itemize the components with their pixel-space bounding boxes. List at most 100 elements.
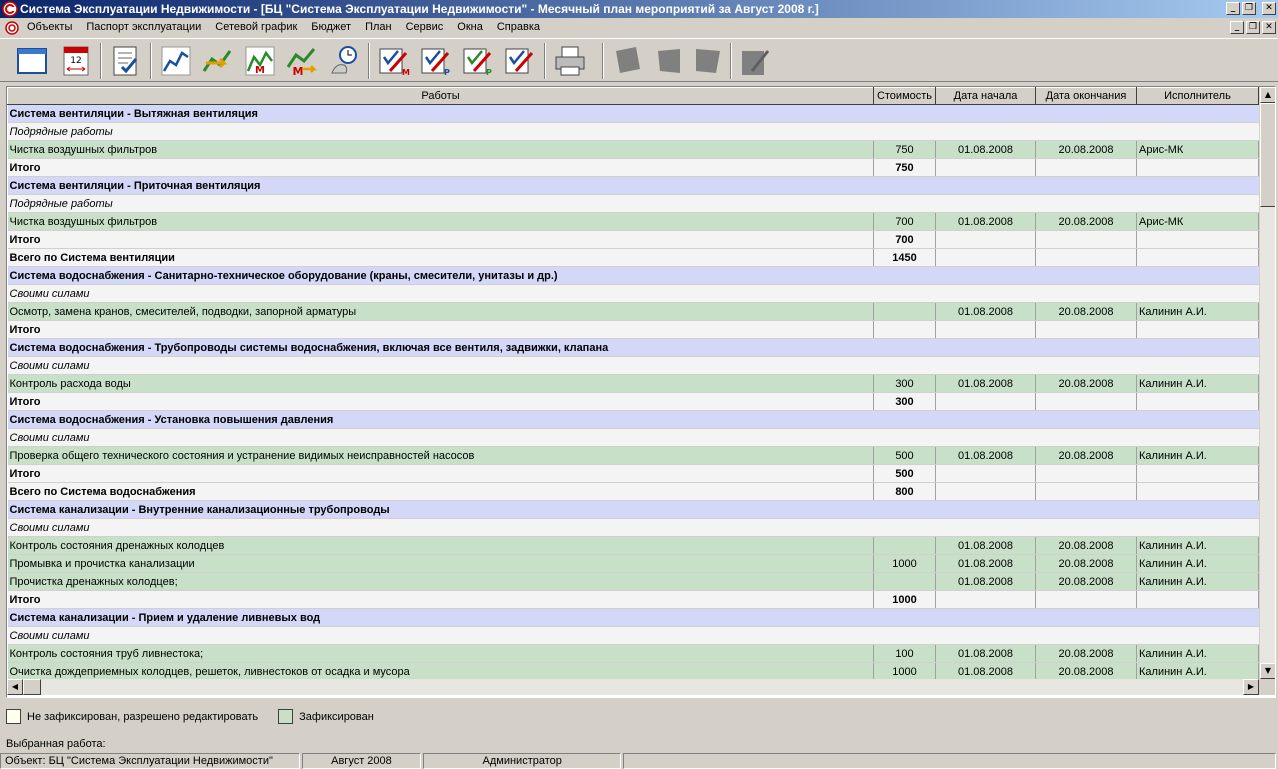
table-row[interactable]: Система водоснабжения - Установка повыше… xyxy=(7,410,1259,429)
chart-arrow-icon[interactable] xyxy=(200,43,236,79)
table-row[interactable]: Всего по Система водоснабжения 800 xyxy=(7,482,1259,501)
executor-cell xyxy=(1136,464,1259,483)
doc-close-button[interactable]: ✕ xyxy=(1262,21,1276,34)
col-header-cost[interactable]: Стоимость xyxy=(873,87,936,105)
scroll-left-arrow-icon[interactable]: ◀ xyxy=(7,679,23,695)
end-date-cell xyxy=(1035,248,1137,267)
chart-icon[interactable] xyxy=(158,43,194,79)
menu-service[interactable]: Сервис xyxy=(399,21,451,33)
col-header-start-date[interactable]: Дата начала xyxy=(935,87,1036,105)
cost-cell: 750 xyxy=(873,140,936,159)
cost-cell: 1450 xyxy=(873,248,936,267)
table-row[interactable]: Итого 1000 xyxy=(7,590,1259,609)
table-row[interactable]: Система вентиляции - Приточная вентиляци… xyxy=(7,176,1259,195)
table-row[interactable]: Подрядные работы xyxy=(7,122,1259,141)
window-title: Система Эксплуатации Недвижимости - [БЦ … xyxy=(20,2,819,16)
start-date-cell xyxy=(935,230,1036,249)
work-name-cell: Осмотр, замена кранов, смесителей, подво… xyxy=(7,302,874,321)
doc-restore-button[interactable]: ❐ xyxy=(1246,21,1260,34)
col-header-end-date[interactable]: Дата окончания xyxy=(1035,87,1137,105)
legend-swatch-fixed xyxy=(278,709,294,724)
menu-budget[interactable]: Бюджет xyxy=(304,21,358,33)
edit-check-icon[interactable] xyxy=(502,43,538,79)
work-name-cell: Проверка общего технического состояния и… xyxy=(7,446,874,465)
disabled-doc2-icon[interactable] xyxy=(652,43,688,79)
table-row[interactable]: Всего по Система вентиляции 1450 xyxy=(7,248,1259,267)
end-date-cell xyxy=(1035,590,1137,609)
menu-plan[interactable]: План xyxy=(358,21,399,33)
print-icon[interactable] xyxy=(552,43,588,79)
scroll-down-arrow-icon[interactable]: ▼ xyxy=(1260,663,1275,679)
menu-windows[interactable]: Окна xyxy=(450,21,490,33)
close-button[interactable]: ✕ xyxy=(1262,2,1276,15)
hscroll-thumb[interactable] xyxy=(23,679,41,695)
end-date-cell xyxy=(1035,464,1137,483)
table-row[interactable]: Система канализации - Прием и удаление л… xyxy=(7,608,1259,627)
disabled-edit-icon[interactable] xyxy=(738,43,774,79)
clock-scroll-icon[interactable] xyxy=(326,43,362,79)
table-row[interactable]: Система канализации - Внутренние канализ… xyxy=(7,500,1259,519)
table-row[interactable]: Проверка общего технического состояния и… xyxy=(7,446,1259,465)
selected-work-label: Выбранная работа: xyxy=(6,738,106,750)
table-row[interactable]: Своими силами xyxy=(7,518,1259,537)
table-row[interactable]: Контроль расхода воды 300 01.08.2008 20.08.… xyxy=(7,374,1259,393)
table-row[interactable]: Система водоснабжения - Трубопроводы сис… xyxy=(7,338,1259,357)
edit-p-icon[interactable]: P xyxy=(418,43,454,79)
work-name-cell: Контроль расхода воды xyxy=(7,374,874,393)
start-date-cell xyxy=(935,392,1036,411)
table-row[interactable]: Чистка воздушных фильтров 700 01.08.2008 20… xyxy=(7,212,1259,231)
menu-passport[interactable]: Паспорт эксплуатации xyxy=(79,21,208,33)
executor-cell: Калинин А.И. xyxy=(1136,302,1259,321)
scroll-up-arrow-icon[interactable]: ▲ xyxy=(1260,87,1275,103)
maximize-button[interactable]: ❐ xyxy=(1242,2,1256,15)
table-row[interactable]: Прочистка дренажных колодцев; 01.08.2008 2… xyxy=(7,572,1259,591)
col-header-works[interactable]: Работы xyxy=(7,87,874,105)
table-row[interactable]: Своими силами xyxy=(7,284,1259,303)
col-header-executor[interactable]: Исполнитель xyxy=(1136,87,1259,105)
table-row[interactable]: Своими силами xyxy=(7,428,1259,447)
table-row[interactable]: Осмотр, замена кранов, смесителей, подво… xyxy=(7,302,1259,321)
calendar-icon[interactable]: 12 xyxy=(58,43,94,79)
scroll-thumb[interactable] xyxy=(1260,103,1275,207)
table-row[interactable]: Итого 700 xyxy=(7,230,1259,249)
table-row[interactable]: Своими силами xyxy=(7,356,1259,375)
start-date-cell xyxy=(935,158,1036,177)
table-row[interactable]: Итого xyxy=(7,320,1259,339)
checklist-icon[interactable] xyxy=(108,43,144,79)
table-row[interactable]: Контроль состояния дренажных колодцев 01.… xyxy=(7,536,1259,555)
table-row[interactable]: Подрядные работы xyxy=(7,194,1259,213)
subgroup-cell: Своими силами xyxy=(7,356,1259,375)
table-row[interactable]: Своими силами xyxy=(7,626,1259,645)
table-row[interactable]: Промывка и прочистка канализации 1000 01.0… xyxy=(7,554,1259,573)
edit-r-icon[interactable]: P xyxy=(460,43,496,79)
horizontal-scrollbar[interactable]: ◀ ▶ xyxy=(7,679,1259,695)
start-date-cell: 01.08.2008 xyxy=(935,572,1036,591)
edit-m-icon[interactable]: M xyxy=(376,43,412,79)
scroll-right-arrow-icon[interactable]: ▶ xyxy=(1243,679,1259,695)
table-row[interactable]: Итого 300 xyxy=(7,392,1259,411)
menu-help[interactable]: Справка xyxy=(490,21,547,33)
minimize-button[interactable]: _ xyxy=(1226,2,1240,15)
menu-objects[interactable]: Объекты xyxy=(20,21,79,33)
document-logo-icon[interactable] xyxy=(4,20,20,36)
disabled-doc-icon[interactable] xyxy=(610,43,646,79)
table-row[interactable]: Система вентиляции - Вытяжная вентиляция xyxy=(7,104,1259,123)
table-row[interactable]: Очистка дождеприемных колодцев, решеток,… xyxy=(7,662,1259,679)
table-row[interactable]: Итого 500 xyxy=(7,464,1259,483)
disabled-doc3-icon[interactable] xyxy=(690,43,726,79)
doc-minimize-button[interactable]: _ xyxy=(1230,21,1244,34)
menu-network-schedule[interactable]: Сетевой график xyxy=(208,21,304,33)
group-header-cell: Система водоснабжения - Установка повыше… xyxy=(7,410,1259,429)
chart-m-icon[interactable]: M xyxy=(242,43,278,79)
app-logo-icon xyxy=(2,1,18,17)
table-row[interactable]: Итого 750 xyxy=(7,158,1259,177)
table-row[interactable]: Контроль состояния труб ливнестока; 100 01… xyxy=(7,644,1259,663)
chart-m-arrow-icon[interactable]: M xyxy=(284,43,320,79)
table-row[interactable]: Чистка воздушных фильтров 750 01.08.2008 20… xyxy=(7,140,1259,159)
window-icon[interactable] xyxy=(14,43,50,79)
group-header-cell: Система вентиляции - Приточная вентиляци… xyxy=(7,176,1259,195)
vertical-scrollbar[interactable]: ▲ ▼ xyxy=(1259,87,1275,679)
end-date-cell xyxy=(1035,392,1137,411)
start-date-cell xyxy=(935,590,1036,609)
table-row[interactable]: Система водоснабжения - Санитарно-технич… xyxy=(7,266,1259,285)
